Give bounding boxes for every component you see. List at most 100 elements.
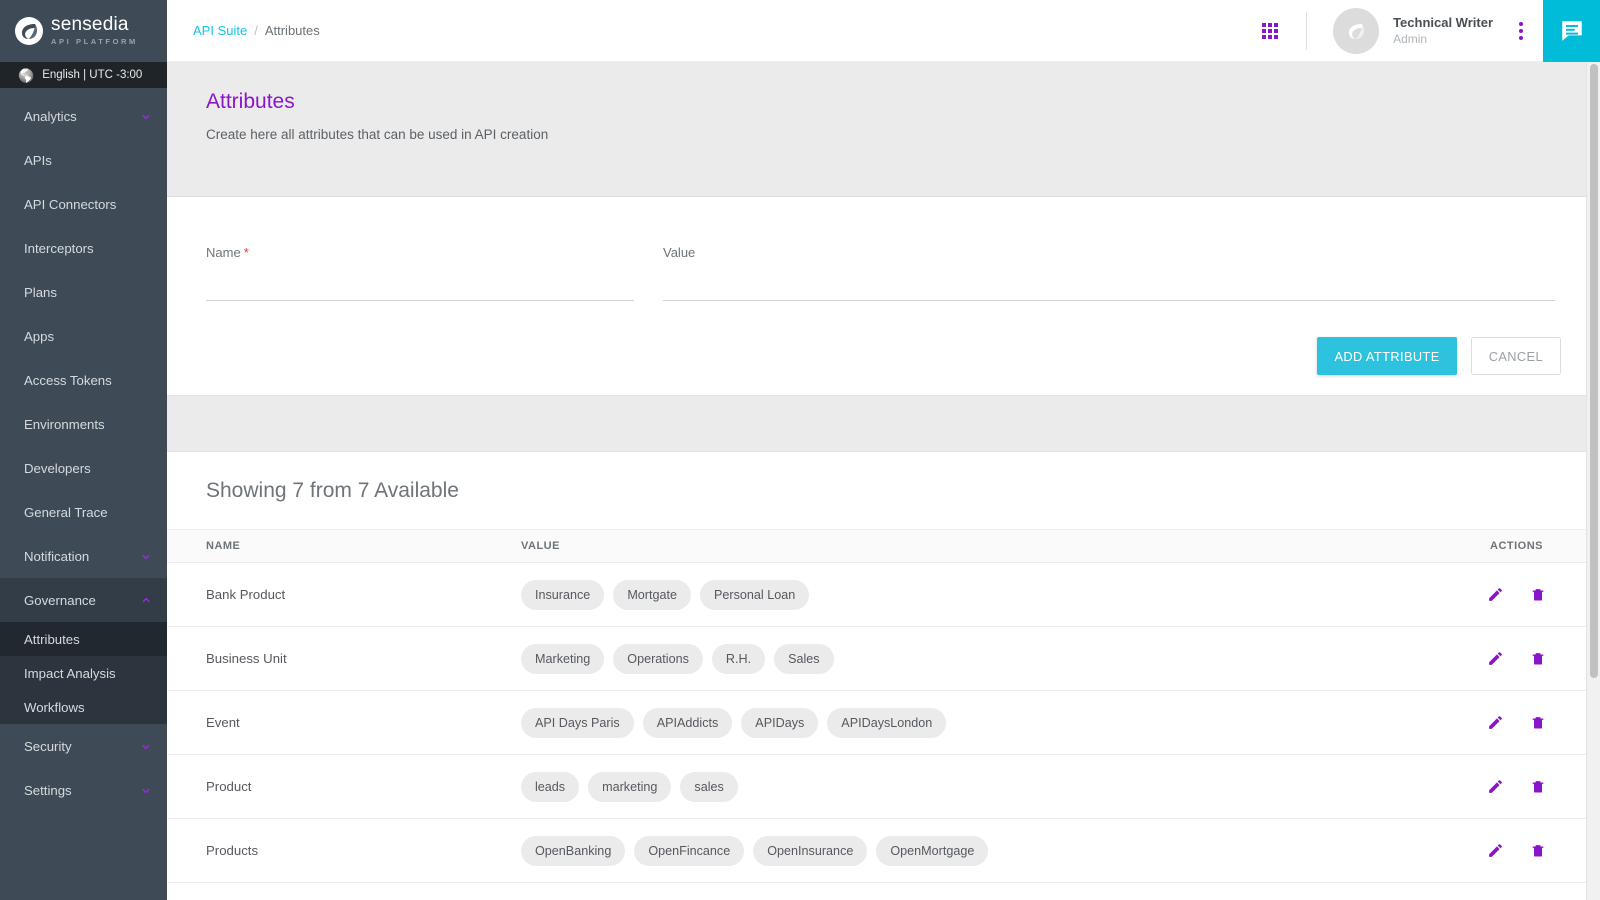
chevron-down-icon: ⌄ bbox=[138, 104, 153, 123]
table-row: Event API Days Paris APIAddicts APIDays APID… bbox=[167, 690, 1600, 755]
row-actions-cell bbox=[1433, 562, 1600, 627]
sidebar-item-plans[interactable]: Plans bbox=[0, 270, 167, 314]
sidebar-item-access-tokens[interactable]: Access Tokens bbox=[0, 358, 167, 402]
row-actions-cell bbox=[1433, 626, 1600, 691]
value-chip: APIAddicts bbox=[642, 707, 733, 738]
attribute-name-cell: Products bbox=[167, 818, 483, 883]
pencil-edit-icon[interactable] bbox=[1481, 772, 1511, 802]
sidebar-item-label: Access Tokens bbox=[24, 372, 112, 388]
value-field-group: Value bbox=[663, 245, 1555, 301]
sidebar-item-impact-analysis[interactable]: Impact Analysis bbox=[0, 656, 167, 690]
chip-group: leads marketing sales bbox=[521, 771, 1433, 802]
trash-delete-icon[interactable] bbox=[1523, 580, 1553, 610]
brand-name: sensedia bbox=[51, 13, 129, 35]
page-description: Create here all attributes that can be u… bbox=[206, 127, 549, 142]
add-attribute-button[interactable]: ADD ATTRIBUTE bbox=[1317, 337, 1457, 375]
chevron-down-icon: ⌄ bbox=[138, 544, 153, 563]
page-title: Attributes bbox=[206, 90, 295, 113]
sidebar-item-workflows[interactable]: Workflows bbox=[0, 690, 167, 724]
pencil-edit-icon[interactable] bbox=[1481, 836, 1511, 866]
sensedia-leaf-logo-icon bbox=[14, 16, 44, 46]
value-chip: Insurance bbox=[521, 579, 605, 610]
value-chip: OpenMortgage bbox=[876, 835, 989, 866]
page-scrollbar[interactable] bbox=[1586, 62, 1600, 900]
sidebar-item-attributes[interactable]: Attributes bbox=[0, 622, 167, 656]
trash-delete-icon[interactable] bbox=[1523, 772, 1553, 802]
sidebar-item-governance[interactable]: Governance ⌄ bbox=[0, 578, 167, 622]
pencil-edit-icon[interactable] bbox=[1481, 708, 1511, 738]
chip-group: Marketing Operations R.H. Sales bbox=[521, 643, 1433, 674]
list-summary: Showing 7 from 7 Available bbox=[206, 479, 459, 502]
name-input[interactable] bbox=[206, 282, 634, 301]
more-vertical-icon[interactable] bbox=[1519, 21, 1523, 40]
sidebar-item-label: General Trace bbox=[24, 504, 108, 520]
breadcrumb-current: Attributes bbox=[264, 23, 320, 38]
table-row: Product leads marketing sales bbox=[167, 754, 1600, 819]
pencil-edit-icon[interactable] bbox=[1481, 644, 1511, 674]
brand-logo[interactable]: sensedia API PLATFORM bbox=[0, 0, 167, 62]
attribute-name-cell: Product bbox=[167, 754, 483, 819]
locale-selector[interactable]: 🌎 English | UTC -3:00 bbox=[0, 62, 167, 88]
sidebar: sensedia API PLATFORM 🌎 English | UTC -3… bbox=[0, 0, 167, 900]
sidebar-item-label: Security bbox=[24, 738, 72, 754]
value-chip: APIDays bbox=[741, 707, 819, 738]
page-header: Attributes Create here all attributes th… bbox=[167, 62, 1600, 197]
value-chip: APIDaysLondon bbox=[827, 707, 947, 738]
sidebar-item-analytics[interactable]: Analytics ⌄ bbox=[0, 94, 167, 138]
sidebar-item-apps[interactable]: Apps bbox=[0, 314, 167, 358]
sidebar-item-notification[interactable]: Notification ⌄ bbox=[0, 534, 167, 578]
sidebar-item-label: Notification bbox=[24, 548, 90, 564]
sidebar-item-interceptors[interactable]: Interceptors bbox=[0, 226, 167, 270]
cancel-button[interactable]: CANCEL bbox=[1470, 337, 1561, 375]
sidebar-item-label: Developers bbox=[24, 460, 91, 476]
attribute-values-cell: API Days Paris APIAddicts APIDays APIDaysLo… bbox=[483, 690, 1433, 755]
topbar: API Suite / Attributes Technical Writer … bbox=[167, 0, 1600, 62]
sidebar-item-settings[interactable]: Settings ⌄ bbox=[0, 768, 167, 812]
chevron-down-icon: ⌄ bbox=[138, 778, 153, 797]
main-area: API Suite / Attributes Technical Writer … bbox=[167, 0, 1600, 900]
sidebar-item-environments[interactable]: Environments bbox=[0, 402, 167, 446]
scrollbar-thumb[interactable] bbox=[1590, 64, 1598, 678]
sidebar-item-label: Environments bbox=[24, 416, 105, 432]
sidebar-item-apis[interactable]: APIs bbox=[0, 138, 167, 182]
sidebar-item-label: Interceptors bbox=[24, 240, 94, 256]
chip-group: OpenBanking OpenFincance OpenInsurance Open… bbox=[521, 835, 1433, 866]
value-chip: OpenBanking bbox=[521, 835, 626, 866]
attributes-list-section: Showing 7 from 7 Available NAME VALUE AC… bbox=[167, 452, 1600, 883]
table-row: Business Unit Marketing Operations R.H. Sale… bbox=[167, 626, 1600, 691]
chevron-up-icon: ⌄ bbox=[138, 593, 153, 613]
user-info[interactable]: Technical Writer Admin bbox=[1393, 15, 1493, 47]
attribute-name-cell: Business Unit bbox=[167, 626, 483, 691]
user-avatar-icon[interactable] bbox=[1333, 7, 1380, 54]
chat-bubble-icon[interactable] bbox=[1543, 0, 1600, 62]
pencil-edit-icon[interactable] bbox=[1481, 580, 1511, 610]
column-header-actions: ACTIONS bbox=[1433, 529, 1600, 563]
sidebar-item-developers[interactable]: Developers bbox=[0, 446, 167, 490]
trash-delete-icon[interactable] bbox=[1523, 836, 1553, 866]
sidebar-item-general-trace[interactable]: General Trace bbox=[0, 490, 167, 534]
sidebar-item-api-connectors[interactable]: API Connectors bbox=[0, 182, 167, 226]
attribute-values-cell: leads marketing sales bbox=[483, 754, 1433, 819]
table-row: Products OpenBanking OpenFincance OpenInsur… bbox=[167, 818, 1600, 883]
attributes-table: NAME VALUE ACTIONS Bank Product Insurance… bbox=[167, 529, 1600, 883]
sidebar-nav: Analytics ⌄ APIs API Connectors Interceptors… bbox=[0, 88, 167, 900]
sidebar-item-label: Settings bbox=[24, 782, 72, 798]
attribute-values-cell: Insurance Mortgate Personal Loan bbox=[483, 562, 1433, 627]
locale-label: English | UTC -3:00 bbox=[42, 69, 143, 81]
sidebar-item-security[interactable]: Security ⌄ bbox=[0, 724, 167, 768]
sidebar-item-label: Apps bbox=[24, 328, 55, 344]
trash-delete-icon[interactable] bbox=[1523, 708, 1553, 738]
value-field-label: Value bbox=[663, 245, 696, 260]
attribute-name-cell: Bank Product bbox=[167, 562, 483, 627]
form-actions: ADD ATTRIBUTE CANCEL bbox=[1317, 337, 1561, 375]
trash-delete-icon[interactable] bbox=[1523, 644, 1553, 674]
name-field-group: Name * bbox=[206, 245, 634, 301]
value-chip: leads bbox=[521, 771, 580, 802]
column-header-value: VALUE bbox=[483, 529, 1433, 563]
value-chip: Marketing bbox=[521, 643, 605, 674]
topbar-divider bbox=[1306, 11, 1308, 50]
value-input[interactable] bbox=[663, 282, 1555, 301]
breadcrumb-root-link[interactable]: API Suite bbox=[193, 23, 247, 38]
row-actions-cell bbox=[1433, 690, 1600, 755]
apps-grid-icon[interactable] bbox=[1262, 22, 1279, 39]
